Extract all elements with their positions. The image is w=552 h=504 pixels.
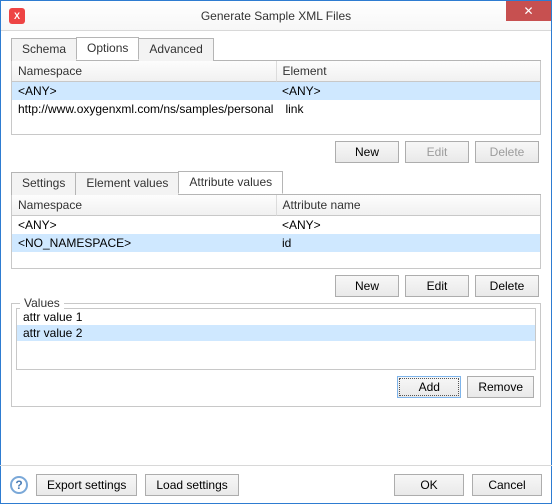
tab-schema[interactable]: Schema bbox=[11, 38, 77, 61]
cell-ns: <ANY> bbox=[12, 216, 276, 234]
edit-button[interactable]: Edit bbox=[405, 275, 469, 297]
table-row[interactable]: <NO_NAMESPACE> id bbox=[12, 234, 540, 252]
list-item[interactable]: attr value 2 bbox=[17, 325, 535, 341]
values-legend: Values bbox=[20, 296, 64, 310]
tab-attribute-values[interactable]: Attribute values bbox=[178, 171, 283, 194]
delete-button[interactable]: Delete bbox=[475, 141, 539, 163]
col-attr[interactable]: Attribute name bbox=[277, 195, 541, 216]
tab-options[interactable]: Options bbox=[76, 37, 139, 60]
ok-button[interactable]: OK bbox=[394, 474, 464, 496]
bottom-bar: ? Export settings Load settings OK Cance… bbox=[0, 465, 552, 504]
tab-settings[interactable]: Settings bbox=[11, 172, 76, 195]
tab-element-values[interactable]: Element values bbox=[75, 172, 179, 195]
edit-button[interactable]: Edit bbox=[405, 141, 469, 163]
values-list[interactable]: attr value 1 attr value 2 bbox=[16, 308, 536, 370]
help-icon[interactable]: ? bbox=[10, 476, 28, 494]
delete-button[interactable]: Delete bbox=[475, 275, 539, 297]
main-tabs: Schema Options Advanced bbox=[11, 37, 541, 61]
remove-button[interactable]: Remove bbox=[467, 376, 534, 398]
cell-el: link bbox=[279, 100, 540, 118]
table-row[interactable]: <ANY> <ANY> bbox=[12, 82, 540, 100]
values-group: Values attr value 1 attr value 2 Add Rem… bbox=[11, 303, 541, 407]
load-settings-button[interactable]: Load settings bbox=[145, 474, 238, 496]
table-row[interactable]: <ANY> <ANY> bbox=[12, 216, 540, 234]
cell-ns: <NO_NAMESPACE> bbox=[12, 234, 276, 252]
table-row[interactable]: http://www.oxygenxml.com/ns/samples/pers… bbox=[12, 100, 540, 118]
window-title: Generate Sample XML Files bbox=[1, 9, 551, 23]
cell-el: <ANY> bbox=[276, 82, 540, 100]
namespace-element-table[interactable]: Namespace Element <ANY> <ANY> http://www… bbox=[11, 61, 541, 135]
tab-advanced[interactable]: Advanced bbox=[138, 38, 213, 61]
cell-ns: http://www.oxygenxml.com/ns/samples/pers… bbox=[12, 100, 279, 118]
col-namespace[interactable]: Namespace bbox=[12, 61, 277, 82]
new-button[interactable]: New bbox=[335, 141, 399, 163]
export-settings-button[interactable]: Export settings bbox=[36, 474, 137, 496]
cancel-button[interactable]: Cancel bbox=[472, 474, 542, 496]
cell-ns: <ANY> bbox=[12, 82, 276, 100]
new-button[interactable]: New bbox=[335, 275, 399, 297]
sub-tabs: Settings Element values Attribute values bbox=[11, 171, 541, 195]
col-element[interactable]: Element bbox=[277, 61, 541, 82]
list-item[interactable]: attr value 1 bbox=[17, 309, 535, 325]
namespace-attribute-table[interactable]: Namespace Attribute name <ANY> <ANY> <NO… bbox=[11, 195, 541, 269]
cell-attr: id bbox=[276, 234, 540, 252]
col-namespace[interactable]: Namespace bbox=[12, 195, 277, 216]
cell-attr: <ANY> bbox=[276, 216, 540, 234]
titlebar: X Generate Sample XML Files ✕ bbox=[1, 1, 551, 31]
add-button[interactable]: Add bbox=[397, 376, 461, 398]
